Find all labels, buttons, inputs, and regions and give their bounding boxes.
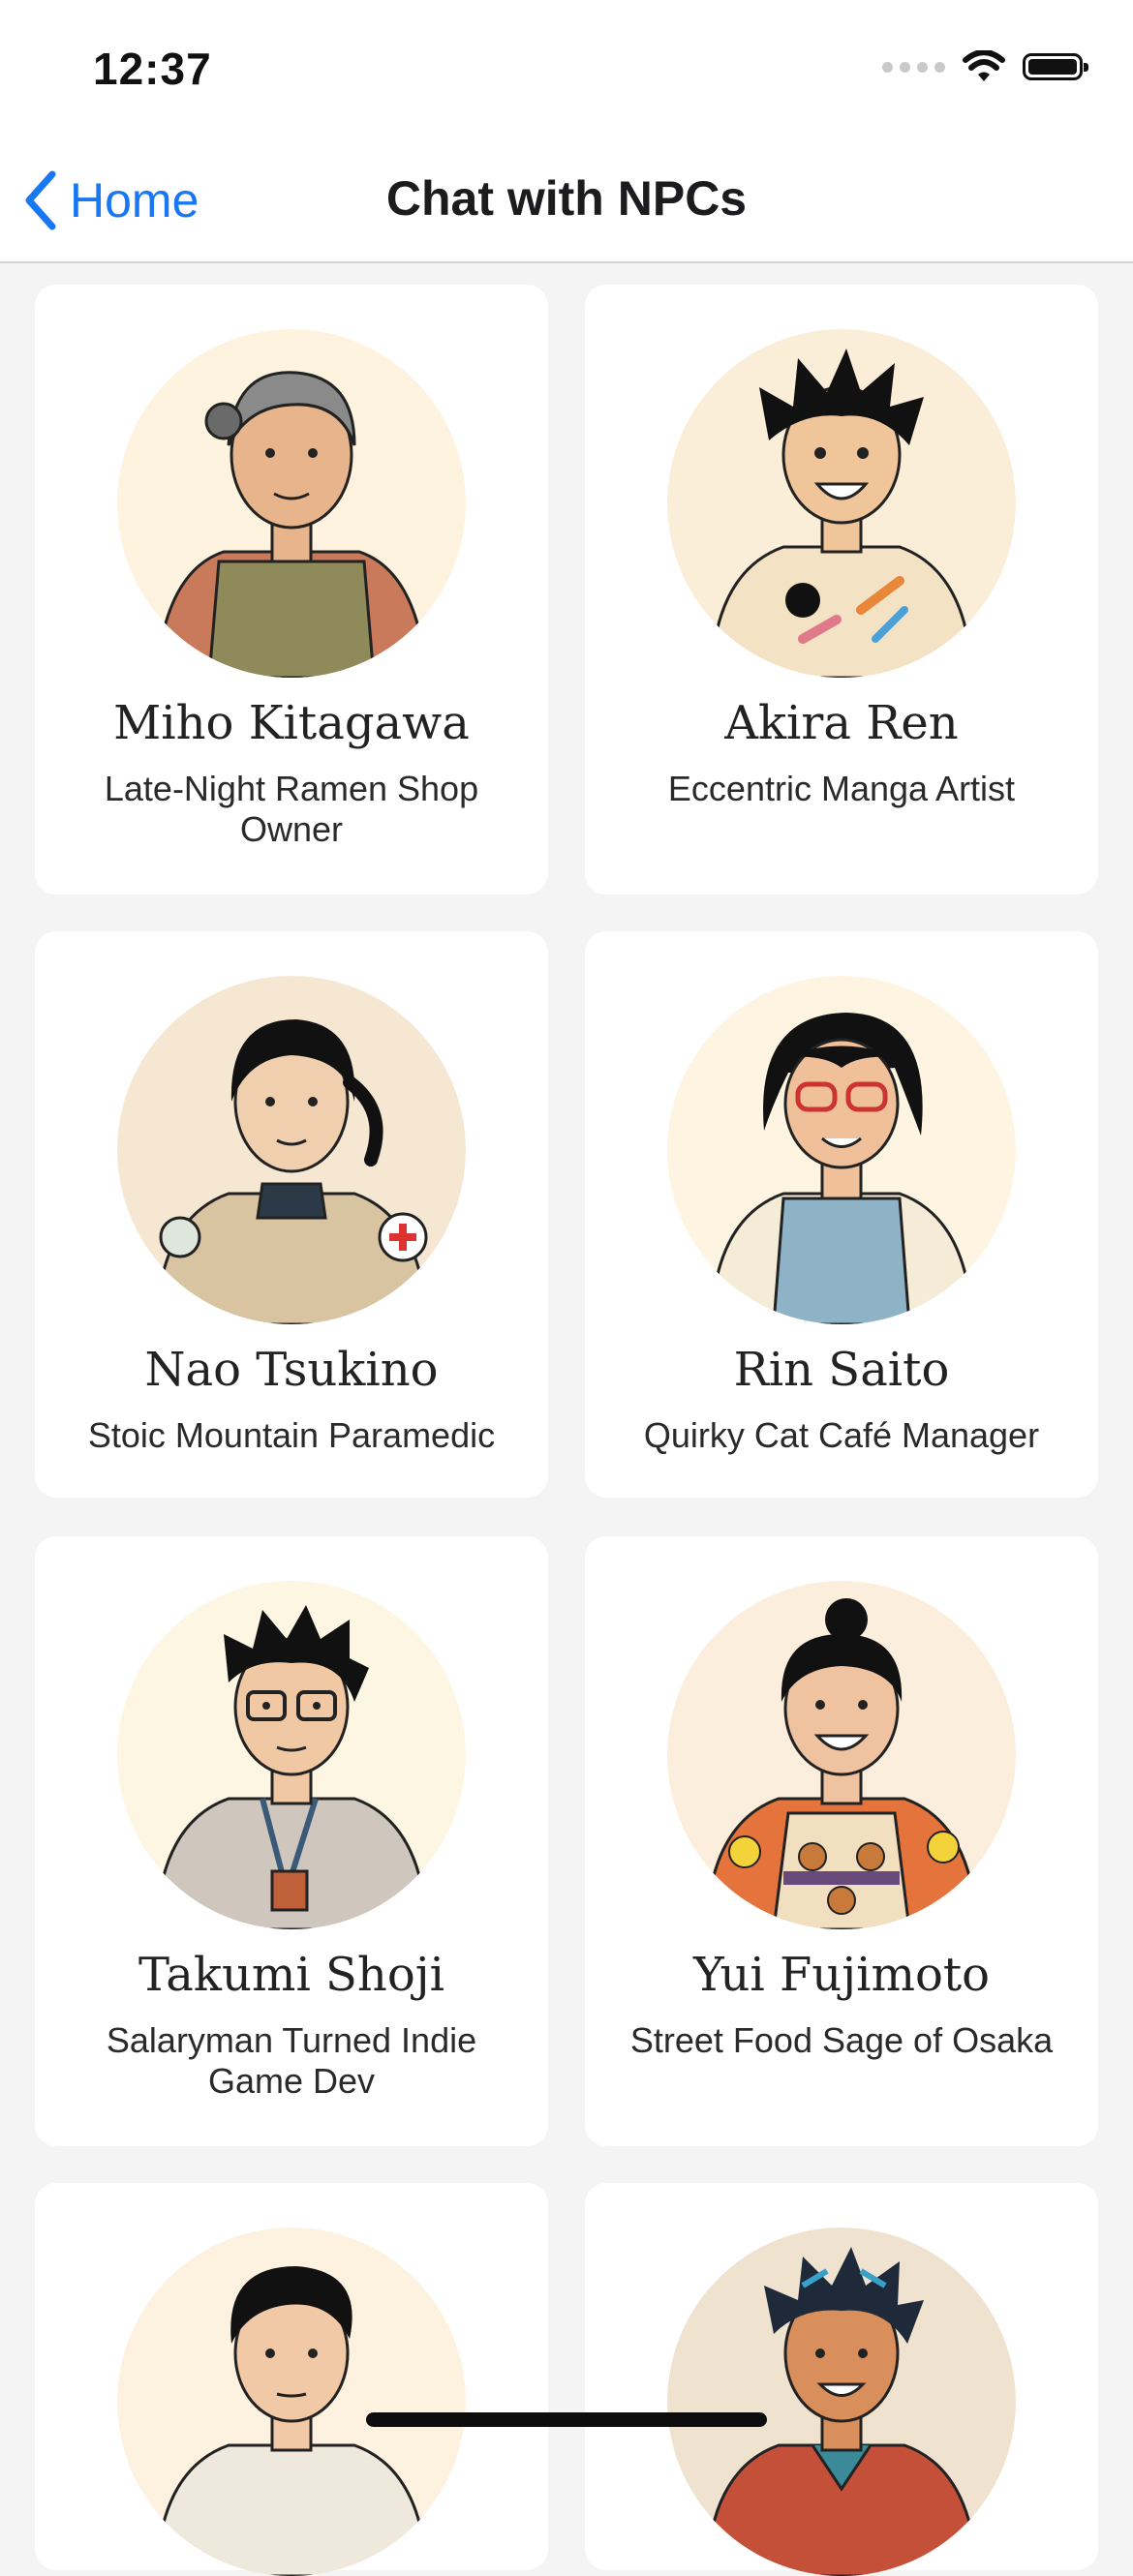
npc-card-rin-saito[interactable]: Rin Saito Quirky Cat Café Manager [585, 931, 1098, 1498]
npc-name: Miho Kitagawa [113, 696, 470, 750]
npc-card-takumi-shoji[interactable]: Takumi Shoji Salaryman Turned Indie Game… [35, 1536, 548, 2146]
npc-avatar [117, 1581, 466, 1929]
npc-name: Takumi Shoji [138, 1948, 444, 2002]
npc-avatar [117, 329, 466, 678]
navigation-bar: Home Chat with NPCs [0, 145, 1133, 263]
page-title: Chat with NPCs [385, 171, 748, 226]
npc-avatar [667, 329, 1016, 678]
npc-avatar [667, 2227, 1016, 2576]
npc-role: Street Food Sage of Osaka [629, 2020, 1054, 2060]
npc-role: Eccentric Manga Artist [667, 769, 1016, 808]
cellular-signal-icon [882, 61, 945, 73]
npc-role: Salaryman Turned Indie Game Dev [106, 2020, 477, 2101]
npc-role: Stoic Mountain Paramedic [87, 1415, 496, 1455]
status-time: 12:37 [93, 44, 212, 94]
npc-card-miho-kitagawa[interactable]: Miho Kitagawa Late-Night Ramen Shop Owne… [35, 285, 548, 894]
npc-avatar [117, 2227, 466, 2576]
status-icons [882, 50, 1088, 83]
npc-card-yui-fujimoto[interactable]: Yui Fujimoto Street Food Sage of Osaka [585, 1536, 1098, 2146]
npc-name: Yui Fujimoto [692, 1948, 991, 2002]
npc-name: Nao Tsukino [144, 1343, 439, 1397]
wifi-icon [963, 50, 1005, 81]
npc-card-partial-left[interactable] [35, 2183, 548, 2576]
home-indicator[interactable] [366, 2412, 767, 2427]
npc-avatar [667, 976, 1016, 1324]
npc-avatar [117, 976, 466, 1324]
npc-name: Akira Ren [724, 696, 959, 750]
npc-role: Quirky Cat Café Manager [643, 1415, 1040, 1455]
npc-avatar [667, 1581, 1016, 1929]
status-bar: 12:37 [0, 0, 1133, 145]
npc-role: Late-Night Ramen Shop Owner [104, 769, 479, 849]
npc-name: Rin Saito [733, 1343, 950, 1397]
npc-card-nao-tsukino[interactable]: Nao Tsukino Stoic Mountain Paramedic [35, 931, 548, 1498]
npc-card-akira-ren[interactable]: Akira Ren Eccentric Manga Artist [585, 285, 1098, 894]
battery-icon [1023, 53, 1088, 80]
npc-card-partial-right[interactable] [585, 2183, 1098, 2576]
